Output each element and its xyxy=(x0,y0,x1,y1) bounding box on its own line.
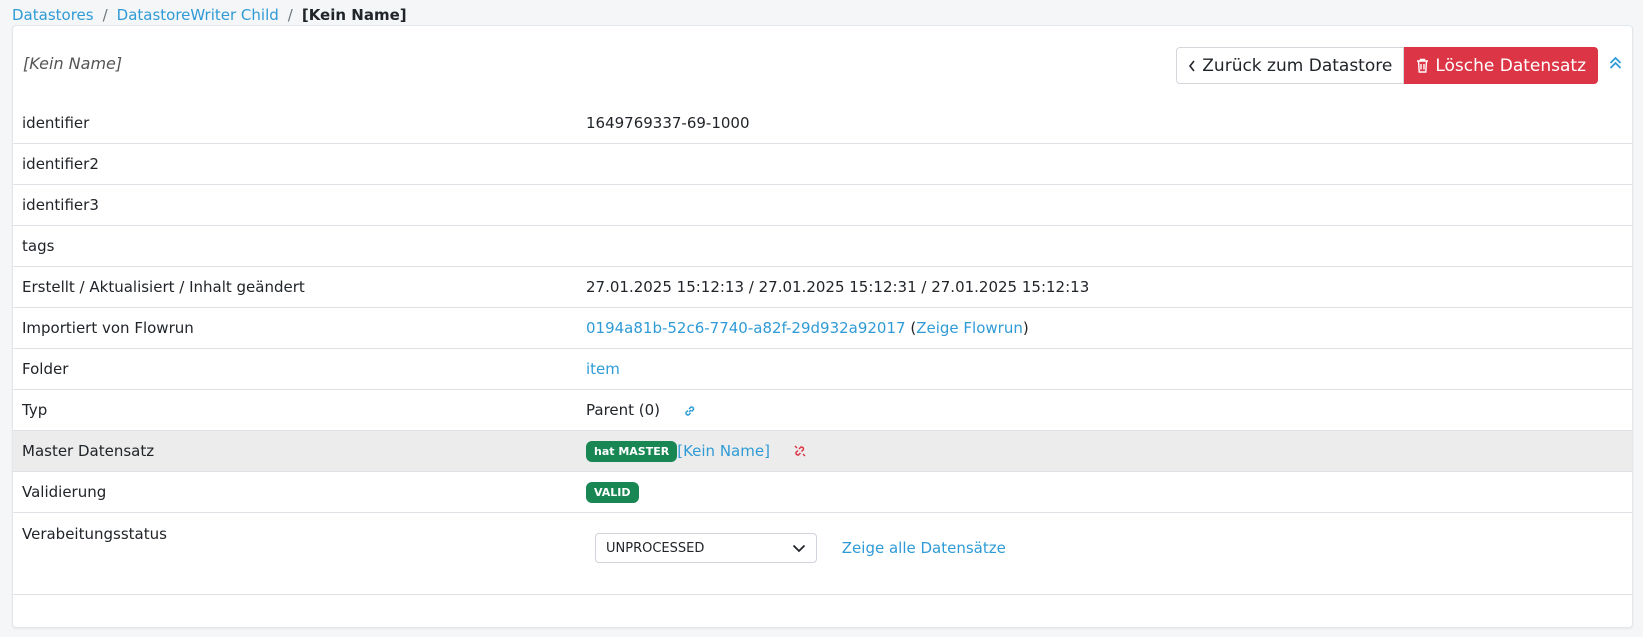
table-row: Validierung VALID xyxy=(13,471,1632,513)
record-title: [Kein Name] xyxy=(23,54,123,73)
identifier3-value xyxy=(577,184,1632,226)
row-label: Verabeitungsstatus xyxy=(13,512,577,595)
unlink-icon[interactable] xyxy=(793,444,807,458)
master-value: hat MASTER [Kein Name] xyxy=(577,430,1632,472)
folder-link[interactable]: item xyxy=(586,360,620,378)
card-header: [Kein Name] Zurück zum Datastore Lösche … xyxy=(13,26,1632,103)
breadcrumb-separator: / xyxy=(102,6,108,24)
properties-table: identifier 1649769337-69-1000 identifier… xyxy=(13,103,1632,595)
show-all-records-link[interactable]: Zeige alle Datensätze xyxy=(842,539,1006,557)
identifier2-value xyxy=(577,143,1632,185)
row-label: Typ xyxy=(13,389,577,431)
breadcrumb-datastorewriter-child[interactable]: DatastoreWriter Child xyxy=(117,6,279,24)
delete-button-label: Lösche Datensatz xyxy=(1435,55,1586,76)
row-label: identifier xyxy=(13,103,577,144)
breadcrumb-separator: / xyxy=(287,6,293,24)
paren-close: ) xyxy=(1022,319,1029,337)
table-row: identifier 1649769337-69-1000 xyxy=(13,103,1632,144)
chevron-left-icon xyxy=(1189,60,1195,71)
show-flowrun-link[interactable]: Zeige Flowrun xyxy=(916,319,1023,337)
table-row: Importiert von Flowrun 0194a81b-52c6-774… xyxy=(13,307,1632,349)
tags-value xyxy=(577,225,1632,267)
back-to-datastore-button[interactable]: Zurück zum Datastore xyxy=(1176,47,1405,84)
validierung-value: VALID xyxy=(577,471,1632,513)
breadcrumb-datastores[interactable]: Datastores xyxy=(12,6,94,24)
trash-icon xyxy=(1417,58,1429,73)
master-record-link[interactable]: [Kein Name] xyxy=(677,442,770,460)
row-label: Master Datensatz xyxy=(13,430,577,472)
table-row: Master Datensatz hat MASTER [Kein Name] xyxy=(13,430,1632,472)
valid-badge: VALID xyxy=(586,481,639,503)
double-chevron-up-icon[interactable] xyxy=(1609,56,1622,70)
chevron-down-icon xyxy=(792,544,806,552)
table-row: identifier2 xyxy=(13,143,1632,185)
has-master-badge: hat MASTER xyxy=(586,440,678,462)
row-label: Erstellt / Aktualisiert / Inhalt geänder… xyxy=(13,266,577,308)
table-row: Erstellt / Aktualisiert / Inhalt geänder… xyxy=(13,266,1632,308)
back-button-label: Zurück zum Datastore xyxy=(1202,55,1393,76)
breadcrumb: Datastores / DatastoreWriter Child / [Ke… xyxy=(12,6,407,24)
status-select[interactable]: UNPROCESSED xyxy=(595,533,817,563)
row-label: identifier2 xyxy=(13,143,577,185)
row-label: Folder xyxy=(13,348,577,390)
row-label: Importiert von Flowrun xyxy=(13,307,577,349)
folder-value: item xyxy=(577,348,1632,390)
flowrun-id-link[interactable]: 0194a81b-52c6-7740-a82f-29d932a92017 xyxy=(586,319,906,337)
header-button-group: Zurück zum Datastore Lösche Datensatz xyxy=(1176,47,1598,84)
status-value: UNPROCESSED Zeige alle Datensätze xyxy=(577,512,1632,595)
row-label: identifier3 xyxy=(13,184,577,226)
typ-value: Parent (0) xyxy=(577,389,1632,431)
table-row: Verabeitungsstatus UNPROCESSED Zeige all… xyxy=(13,512,1632,595)
table-row: Typ Parent (0) xyxy=(13,389,1632,431)
row-label: tags xyxy=(13,225,577,267)
link-icon[interactable] xyxy=(683,404,697,418)
status-selected-value: UNPROCESSED xyxy=(606,540,705,556)
flowrun-value: 0194a81b-52c6-7740-a82f-29d932a92017 (Ze… xyxy=(577,307,1632,349)
table-row: tags xyxy=(13,225,1632,267)
timestamps-value: 27.01.2025 15:12:13 / 27.01.2025 15:12:3… xyxy=(577,266,1632,308)
table-row: Folder item xyxy=(13,348,1632,390)
row-label: Validierung xyxy=(13,471,577,513)
table-row: identifier3 xyxy=(13,184,1632,226)
breadcrumb-current: [Kein Name] xyxy=(301,6,407,24)
typ-text: Parent (0) xyxy=(586,401,661,419)
identifier-value: 1649769337-69-1000 xyxy=(577,103,1632,144)
delete-record-button[interactable]: Lösche Datensatz xyxy=(1404,47,1598,84)
record-card: [Kein Name] Zurück zum Datastore Lösche … xyxy=(12,25,1633,628)
